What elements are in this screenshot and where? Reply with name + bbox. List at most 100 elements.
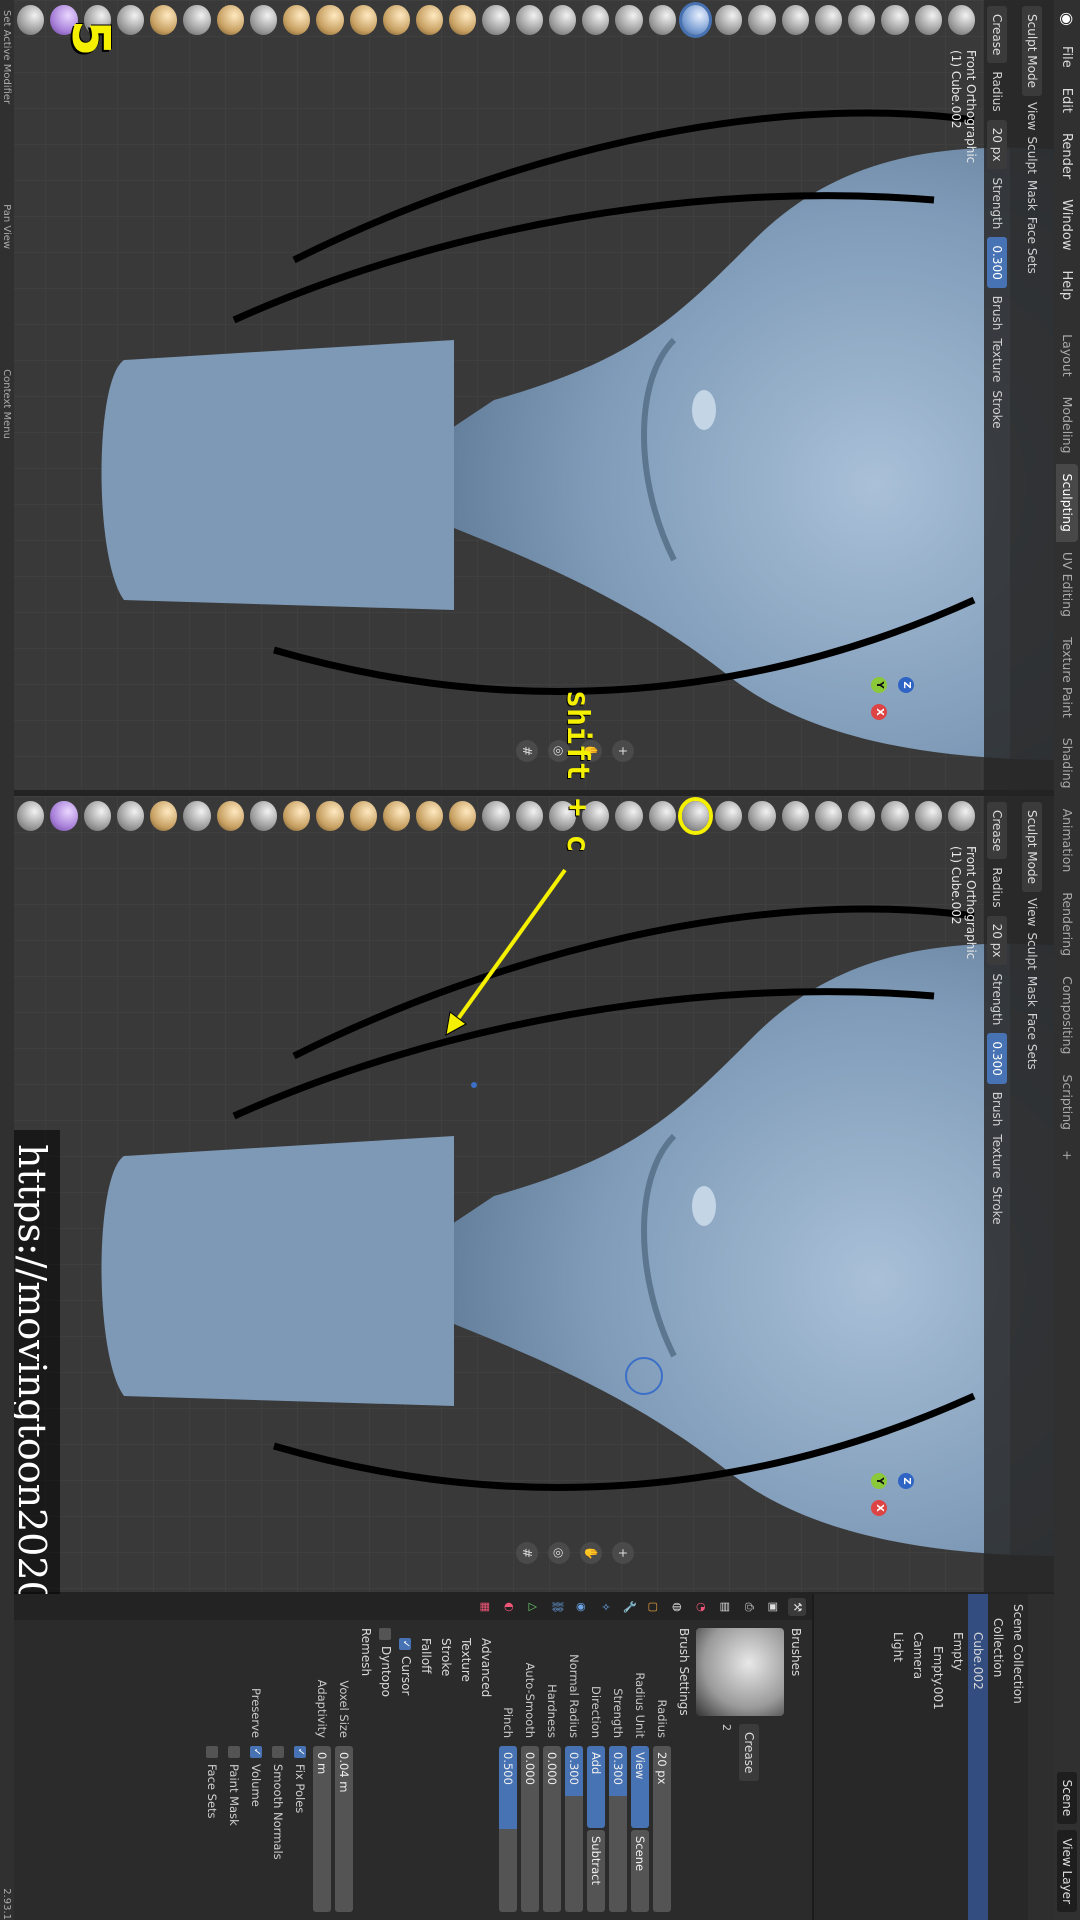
tool-tab-icon[interactable]: ⚒	[788, 1598, 806, 1616]
strength-field[interactable]: 0.300	[987, 237, 1007, 288]
tab-compositing[interactable]: Compositing	[1056, 966, 1078, 1064]
camera-icon[interactable]: ◎	[548, 1542, 570, 1564]
outliner-item-light[interactable]: Light	[888, 1594, 908, 1920]
advanced-section[interactable]: Advanced	[476, 1628, 496, 1912]
draw-sharp-tool-icon[interactable]	[914, 5, 942, 35]
smooth-normals-checkbox[interactable]	[272, 1746, 284, 1758]
menu-file[interactable]: File	[1060, 36, 1075, 78]
gizmo-z[interactable]: Z	[898, 1473, 914, 1489]
physics-tab-icon[interactable]: ◉	[572, 1598, 590, 1616]
zoom-icon[interactable]: +	[612, 740, 634, 762]
hardness-slider[interactable]: 0.000	[543, 1746, 561, 1912]
tab-sculpting[interactable]: Sculpting	[1056, 463, 1078, 542]
layer-tool-icon[interactable]	[781, 801, 809, 831]
clay-thumb-tool-icon[interactable]	[814, 801, 843, 831]
viewport-right[interactable]: Sculpt Mode View Sculpt Mask Face Sets C…	[14, 796, 1054, 1592]
hand-pan-icon[interactable]: ✋	[580, 1542, 602, 1564]
grab-tool-icon[interactable]	[449, 5, 477, 35]
outliner-item-empty[interactable]: Empty	[948, 1594, 968, 1920]
scrape-tool-icon[interactable]	[548, 5, 577, 35]
clay-tool-icon[interactable]	[881, 801, 909, 831]
output-tab-icon[interactable]: ⎙	[740, 1598, 758, 1616]
elastic-deform-tool-icon[interactable]	[416, 5, 444, 35]
snake-hook-tool-icon[interactable]	[382, 5, 411, 35]
menu-mask[interactable]: Mask	[1025, 976, 1039, 1007]
box-mask-tool-icon[interactable]	[17, 801, 45, 831]
texture-tab-icon[interactable]: ▦	[476, 1598, 494, 1616]
texture-menu[interactable]: Texture	[990, 338, 1004, 382]
view-layer-tab-icon[interactable]: ▤	[716, 1598, 734, 1616]
preserve-paint-mask-checkbox[interactable]	[228, 1746, 240, 1758]
direction-subtract[interactable]: Subtract	[587, 1830, 605, 1912]
draw-tool-icon[interactable]	[947, 5, 975, 35]
grid-icon[interactable]: #	[516, 1542, 538, 1564]
tab-texture-paint[interactable]: Texture Paint	[1056, 627, 1078, 728]
falloff-section[interactable]: Falloff	[416, 1628, 436, 1912]
gizmo-x[interactable]: X	[871, 704, 887, 720]
pose-tool-icon[interactable]	[316, 801, 344, 831]
snake-hook-tool-icon[interactable]	[382, 801, 411, 831]
radius-unit-scene[interactable]: Scene	[631, 1830, 649, 1912]
brush-settings-section[interactable]: Brush Settings	[674, 1628, 694, 1912]
stroke-menu[interactable]: Stroke	[990, 1186, 1004, 1224]
mode-selector[interactable]: Sculpt Mode	[1022, 6, 1042, 96]
draw-tool-icon[interactable]	[947, 801, 975, 831]
add-workspace-button[interactable]: +	[1056, 1140, 1078, 1170]
scene-selector[interactable]: Scene	[1057, 1771, 1077, 1825]
tab-scripting[interactable]: Scripting	[1056, 1065, 1078, 1141]
boundary-tool-icon[interactable]	[183, 5, 211, 35]
data-tab-icon[interactable]: △	[524, 1598, 542, 1616]
outliner-item-empty-001[interactable]: Empty.001	[928, 1594, 948, 1920]
elastic-deform-tool-icon[interactable]	[416, 801, 444, 831]
rotate-tool-icon[interactable]	[249, 5, 278, 35]
stroke-section[interactable]: Stroke	[436, 1628, 456, 1912]
radius-field[interactable]: 20 px	[987, 915, 1007, 966]
outliner-item-camera[interactable]: Camera	[908, 1594, 928, 1920]
inflate-tool-icon[interactable]	[748, 5, 776, 35]
cloth-tool-icon[interactable]	[150, 5, 178, 35]
crease-tool-icon[interactable]	[681, 5, 710, 35]
pinch-tool-icon[interactable]	[482, 801, 510, 831]
radius-field[interactable]: 20 px	[987, 119, 1007, 170]
grid-icon[interactable]: #	[516, 740, 538, 762]
preserve-volume-checkbox[interactable]: ✓	[250, 1746, 262, 1758]
simplify-tool-icon[interactable]	[116, 801, 145, 831]
strength-slider[interactable]: 0.300	[609, 1746, 627, 1912]
blob-tool-icon[interactable]	[715, 801, 743, 831]
direction-add[interactable]: Add	[587, 1746, 605, 1828]
box-mask-tool-icon[interactable]	[17, 5, 45, 35]
tab-rendering[interactable]: Rendering	[1056, 882, 1078, 966]
navigation-gizmo[interactable]: Z Y X	[834, 640, 924, 730]
menu-sculpt[interactable]: Sculpt	[1025, 136, 1039, 173]
radius-field[interactable]: 20 px	[653, 1746, 671, 1912]
flatten-tool-icon[interactable]	[615, 801, 643, 831]
scene-tab-icon[interactable]: ◔	[692, 1598, 710, 1616]
outliner-item-cube[interactable]: Cube.002	[968, 1594, 988, 1920]
normal-radius-slider[interactable]: 0.300	[565, 1746, 583, 1912]
slide-relax-tool-icon[interactable]	[216, 801, 244, 831]
rotate-tool-icon[interactable]	[249, 801, 278, 831]
view-layer-selector[interactable]: View Layer	[1057, 1830, 1077, 1912]
nudge-tool-icon[interactable]	[283, 5, 311, 35]
multiplane-scrape-tool-icon[interactable]	[515, 801, 543, 831]
tab-shading[interactable]: Shading	[1056, 728, 1078, 799]
fix-poles-checkbox[interactable]: ✓	[294, 1746, 306, 1758]
slide-relax-tool-icon[interactable]	[216, 5, 244, 35]
brushes-section[interactable]: Brushes	[786, 1628, 806, 1912]
navigation-gizmo[interactable]: Z Y X	[834, 1436, 924, 1526]
menu-face-sets[interactable]: Face Sets	[1025, 217, 1039, 274]
viewport-left[interactable]: Sculpt Mode View Sculpt Mask Face Sets C…	[14, 0, 1054, 790]
texture-menu[interactable]: Texture	[990, 1134, 1004, 1178]
blender-logo-icon[interactable]: ◉	[1056, 8, 1078, 30]
outliner-item-scene-collection[interactable]: Scene Collection	[1008, 1594, 1028, 1920]
autosmooth-slider[interactable]: 0.000	[521, 1746, 539, 1912]
world-tab-icon[interactable]: ◍	[668, 1598, 686, 1616]
gizmo-x[interactable]: X	[871, 1500, 887, 1516]
pose-tool-icon[interactable]	[316, 5, 344, 35]
cloth-tool-icon[interactable]	[150, 801, 178, 831]
gizmo-z[interactable]: Z	[898, 677, 914, 693]
menu-sculpt[interactable]: Sculpt	[1025, 932, 1039, 969]
particles-tab-icon[interactable]: ✧	[596, 1598, 614, 1616]
inflate-tool-icon[interactable]	[748, 801, 776, 831]
boundary-tool-icon[interactable]	[183, 801, 211, 831]
